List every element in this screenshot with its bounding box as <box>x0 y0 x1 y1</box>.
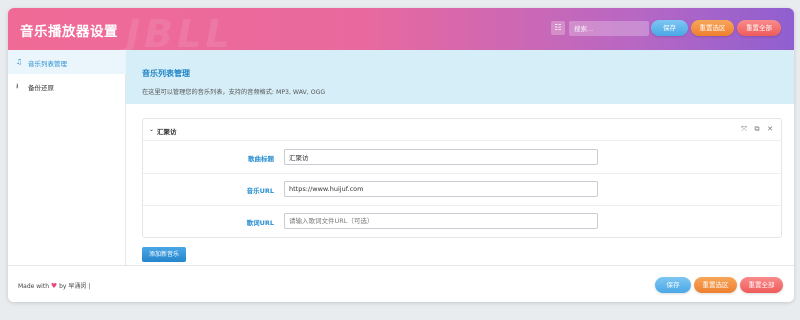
card-header[interactable]: ⌄ 汇聚访 ⤧ ⧉ ✕ <box>143 119 781 141</box>
music-item-card: ⌄ 汇聚访 ⤧ ⧉ ✕ 歌曲标题 音乐URL 歌词URL <box>142 118 782 238</box>
footer: Made with ♥ by 早涌闵 | 保存 重置选区 重置全部 <box>8 265 794 302</box>
form-row-music-url: 音乐URL <box>143 174 781 206</box>
music-url-field[interactable] <box>284 181 598 197</box>
header-watermark: JBLL <box>126 12 234 50</box>
add-music-button[interactable]: 添加新音乐 <box>142 247 186 262</box>
download-icon: ⭳ <box>16 82 19 90</box>
section-intro: 音乐列表管理 在这里可以管理您的音乐列表，支持的音频格式: MP3, WAV, … <box>126 50 794 104</box>
header-reset-selected-button[interactable]: 重置选区 <box>691 20 734 36</box>
sidebar-item-music-list[interactable]: ♫ 音乐列表管理 <box>8 50 126 74</box>
author-text: by 早涌闵 | <box>59 283 91 290</box>
chevron-down-icon[interactable]: ⌄ <box>149 126 154 133</box>
main-content: 音乐列表管理 在这里可以管理您的音乐列表，支持的音频格式: MP3, WAV, … <box>126 50 794 265</box>
sidebar-item-label: 备份还原 <box>28 84 54 92</box>
field-label: 歌词URL <box>246 219 274 227</box>
section-heading: 音乐列表管理 <box>142 69 190 78</box>
header-bar: JBLL 音乐播放器设置 ☷ 保存 重置选区 重置全部 <box>8 8 794 50</box>
footer-credit: Made with ♥ by 早涌闵 | <box>18 281 90 290</box>
search-input[interactable] <box>569 21 649 36</box>
copy-icon[interactable]: ⧉ <box>752 125 762 134</box>
section-description: 在这里可以管理您的音乐列表，支持的音频格式: MP3, WAV, OGG <box>142 89 326 96</box>
heart-icon: ♥ <box>50 282 58 290</box>
footer-save-button[interactable]: 保存 <box>655 277 691 293</box>
expand-icon[interactable]: ⤧ <box>739 125 749 134</box>
header-save-button[interactable]: 保存 <box>651 20 688 36</box>
lyrics-url-field[interactable] <box>284 213 598 229</box>
field-label: 音乐URL <box>246 187 274 195</box>
sidebar-item-label: 音乐列表管理 <box>28 60 67 68</box>
header-reset-all-button[interactable]: 重置全部 <box>737 20 781 36</box>
settings-window: JBLL 音乐播放器设置 ☷ 保存 重置选区 重置全部 ♫ 音乐列表管理 ⭳ 备… <box>8 8 794 302</box>
menu-toggle-icon[interactable]: ☷ <box>551 21 565 35</box>
close-icon[interactable]: ✕ <box>765 125 775 133</box>
card-title: 汇聚访 <box>157 128 177 136</box>
field-label: 歌曲标题 <box>248 155 274 163</box>
song-title-field[interactable] <box>284 149 598 165</box>
music-note-icon: ♫ <box>16 58 23 66</box>
form-row-lyrics-url: 歌词URL <box>143 206 781 238</box>
sidebar-item-backup-restore[interactable]: ⭳ 备份还原 <box>8 74 126 98</box>
made-with-text: Made with <box>18 283 49 290</box>
footer-reset-selected-button[interactable]: 重置选区 <box>694 277 737 293</box>
sidebar: ♫ 音乐列表管理 ⭳ 备份还原 <box>8 50 126 265</box>
page-title: 音乐播放器设置 <box>20 24 118 40</box>
footer-reset-all-button[interactable]: 重置全部 <box>740 277 783 293</box>
form-row-title: 歌曲标题 <box>143 142 781 174</box>
